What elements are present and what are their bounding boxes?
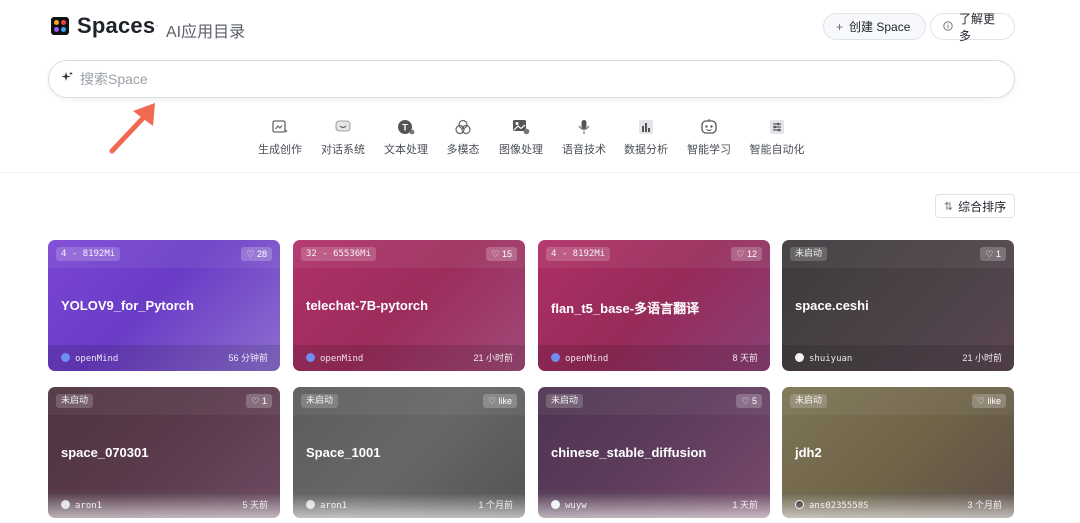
- owner-avatar: [61, 353, 70, 362]
- status-badge: 未启动: [790, 247, 828, 261]
- updated-time: 1 个月前: [478, 500, 513, 510]
- learn-more-button[interactable]: 了解更多: [930, 12, 1015, 43]
- spaces-logo-icon[interactable]: [51, 17, 69, 35]
- status-badge: 未启动: [301, 394, 339, 408]
- category-label: 数据分析: [624, 144, 668, 156]
- updated-time: 21 小时前: [962, 353, 1002, 363]
- robot-icon: [701, 119, 717, 134]
- space-title[interactable]: telechat-7B-pytorch: [306, 298, 428, 313]
- owner-name[interactable]: aron1: [75, 501, 102, 511]
- category-automation[interactable]: 智能自动化: [742, 119, 812, 157]
- category-data-analysis[interactable]: 数据分析: [611, 119, 681, 157]
- owner-avatar: [795, 353, 804, 362]
- sort-label: 综合排序: [958, 199, 1007, 214]
- resource-badge: 4 - 8192Mi: [56, 247, 121, 261]
- space-card[interactable]: 4 - 8192Mi ♡ 28 YOLOV9_for_Pytorch openM…: [48, 240, 280, 371]
- like-button[interactable]: ♡ 15: [486, 247, 517, 261]
- updated-time: 8 天前: [732, 353, 758, 363]
- space-card[interactable]: 未启动 ♡ like Space_1001 aron1 1 个月前: [293, 387, 525, 518]
- owner-name[interactable]: shuiyuan: [809, 354, 852, 364]
- text-icon: T: [398, 120, 415, 135]
- category-smart-learning[interactable]: 智能学习: [674, 119, 744, 157]
- header: Spaces · AI应用目录 + 创建 Space 了解更多: [0, 0, 1080, 56]
- like-button[interactable]: ♡ 5: [736, 394, 762, 408]
- category-dialogue[interactable]: 对话系统: [308, 119, 378, 157]
- space-card[interactable]: 未启动 ♡ 1 space_070301 aron1 5 天前: [48, 387, 280, 518]
- owner-avatar: [551, 500, 560, 509]
- space-title[interactable]: space_070301: [61, 445, 148, 460]
- owner-avatar: [306, 353, 315, 362]
- category-speech[interactable]: 语音技术: [549, 119, 619, 157]
- status-badge: 未启动: [546, 394, 584, 408]
- bar-chart-icon: [639, 120, 653, 134]
- category-label: 智能学习: [687, 144, 731, 156]
- space-title[interactable]: YOLOV9_for_Pytorch: [61, 298, 194, 313]
- category-generate[interactable]: 生成创作: [245, 119, 315, 157]
- svg-text:T: T: [402, 123, 408, 133]
- owner-name[interactable]: aron1: [320, 501, 347, 511]
- updated-time: 3 个月前: [967, 500, 1002, 510]
- sliders-icon: [770, 120, 784, 134]
- updated-time: 5 天前: [242, 500, 268, 510]
- status-badge: 未启动: [790, 394, 828, 408]
- category-label: 语音技术: [562, 144, 606, 156]
- owner-name[interactable]: ans0235558S: [809, 501, 869, 511]
- space-card[interactable]: 4 - 8192Mi ♡ 12 flan_t5_base-多语言翻译 openM…: [538, 240, 770, 371]
- create-space-label: 创建 Space: [849, 20, 911, 34]
- sort-button[interactable]: ⇅ 综合排序: [935, 194, 1015, 218]
- owner-name[interactable]: openMind: [75, 354, 118, 364]
- multimodal-icon: [455, 119, 471, 135]
- owner-avatar: [551, 353, 560, 362]
- space-card[interactable]: 未启动 ♡ 5 chinese_stable_diffusion wuyw 1 …: [538, 387, 770, 518]
- like-button[interactable]: ♡ 12: [731, 247, 762, 261]
- updated-time: 1 天前: [732, 500, 758, 510]
- owner-avatar: [61, 500, 70, 509]
- title-separator: ·: [155, 18, 159, 32]
- space-title[interactable]: space.ceshi: [795, 298, 869, 313]
- owner-name[interactable]: openMind: [320, 354, 363, 364]
- resource-badge: 32 - 65536Mi: [301, 247, 377, 261]
- brand-title[interactable]: Spaces: [77, 13, 155, 39]
- sparkle-icon: [61, 71, 74, 87]
- resource-badge: 4 - 8192Mi: [546, 247, 611, 261]
- owner-avatar: [306, 500, 315, 509]
- section-divider: [0, 172, 1080, 173]
- updated-time: 56 分钟前: [228, 353, 268, 363]
- owner-avatar: [795, 500, 804, 509]
- owner-name[interactable]: openMind: [565, 354, 608, 364]
- category-label: 生成创作: [258, 144, 302, 156]
- plus-icon: +: [836, 19, 844, 34]
- category-label: 对话系统: [321, 144, 365, 156]
- microphone-icon: [578, 120, 590, 134]
- status-badge: 未启动: [56, 394, 94, 408]
- owner-name[interactable]: wuyw: [565, 501, 587, 511]
- category-image[interactable]: 图像处理: [486, 119, 556, 157]
- space-title[interactable]: flan_t5_base-多语言翻译: [551, 298, 699, 317]
- like-button[interactable]: ♡ like: [971, 394, 1006, 408]
- like-button[interactable]: ♡ like: [482, 394, 517, 408]
- learn-more-label: 了解更多: [959, 11, 996, 43]
- space-card[interactable]: 未启动 ♡ 1 space.ceshi shuiyuan 21 小时前: [782, 240, 1014, 371]
- like-button[interactable]: ♡ 1: [246, 394, 272, 408]
- image-process-icon: [513, 120, 530, 135]
- space-title[interactable]: Space_1001: [306, 445, 380, 460]
- updated-time: 21 小时前: [473, 353, 513, 363]
- category-label: 智能自动化: [749, 144, 805, 156]
- info-icon: [943, 20, 953, 34]
- like-button[interactable]: ♡ 28: [241, 247, 272, 261]
- category-label: 图像处理: [499, 144, 543, 156]
- create-space-button[interactable]: + 创建 Space: [823, 13, 926, 40]
- search-input[interactable]: [80, 71, 680, 87]
- space-card[interactable]: 32 - 65536Mi ♡ 15 telechat-7B-pytorch op…: [293, 240, 525, 371]
- space-title[interactable]: jdh2: [795, 445, 822, 460]
- space-card[interactable]: 未启动 ♡ like jdh2 ans0235558S 3 个月前: [782, 387, 1014, 518]
- image-generate-icon: [272, 120, 288, 133]
- sort-icon: ⇅: [943, 200, 954, 213]
- search-bar[interactable]: [48, 60, 1015, 98]
- chat-icon: [335, 120, 351, 132]
- page-subtitle: AI应用目录: [166, 24, 246, 41]
- annotation-arrow-icon: [109, 103, 155, 154]
- like-button[interactable]: ♡ 1: [980, 247, 1006, 261]
- space-title[interactable]: chinese_stable_diffusion: [551, 445, 706, 460]
